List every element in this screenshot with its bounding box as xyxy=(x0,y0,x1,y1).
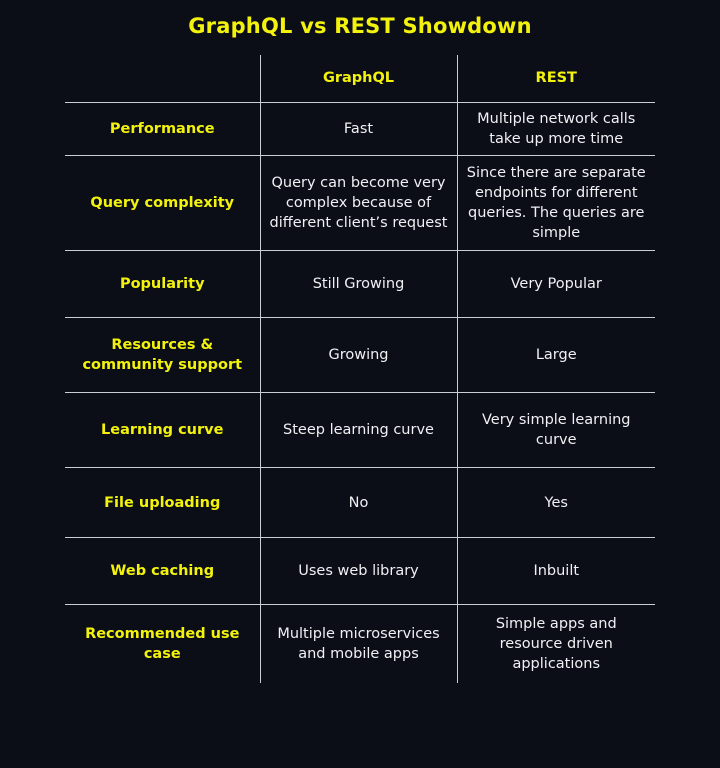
table-row: Query complexity Query can become very c… xyxy=(65,155,655,251)
cell-popularity-rest: Very Popular xyxy=(456,250,655,318)
cell-recommended-use-case-rest: Simple apps and resource driven applicat… xyxy=(456,604,655,683)
row-label-query-complexity: Query complexity xyxy=(65,155,260,251)
table-row: Popularity Still Growing Very Popular xyxy=(65,250,655,318)
table-header: GraphQL REST xyxy=(65,55,655,103)
cell-performance-rest: Multiple network calls take up more time xyxy=(456,102,655,156)
cell-learning-curve-rest: Very simple learning curve xyxy=(456,392,655,468)
slide-root: GraphQL vs REST Showdown GraphQL REST Pe… xyxy=(0,0,720,768)
cell-file-uploading-graphql: No xyxy=(259,467,457,538)
cell-query-complexity-rest: Since there are separate endpoints for d… xyxy=(456,155,655,251)
table-row: Web caching Uses web library Inbuilt xyxy=(65,537,655,605)
page-title: GraphQL vs REST Showdown xyxy=(188,14,532,38)
table-body: Performance Fast Multiple network calls … xyxy=(65,102,655,683)
cell-query-complexity-graphql: Query can become very complex because of… xyxy=(259,155,457,251)
comparison-table-container: GraphQL REST Performance Fast Multiple n… xyxy=(65,55,655,683)
cell-file-uploading-rest: Yes xyxy=(456,467,655,538)
cell-resources-rest: Large xyxy=(456,317,655,393)
cell-web-caching-graphql: Uses web library xyxy=(259,537,457,605)
row-label-resources-community-support: Resources & community support xyxy=(65,317,260,393)
cell-learning-curve-graphql: Steep learning curve xyxy=(259,392,457,468)
row-label-learning-curve: Learning curve xyxy=(65,392,260,468)
table-row: Recommended use case Multiple microservi… xyxy=(65,604,655,683)
row-label-popularity: Popularity xyxy=(65,250,260,318)
table-row: File uploading No Yes xyxy=(65,467,655,538)
cell-popularity-graphql: Still Growing xyxy=(259,250,457,318)
row-label-web-caching: Web caching xyxy=(65,537,260,605)
table-row: Learning curve Steep learning curve Very… xyxy=(65,392,655,468)
column-header-graphql: GraphQL xyxy=(259,55,457,103)
comparison-table: GraphQL REST Performance Fast Multiple n… xyxy=(65,55,655,683)
row-label-file-uploading: File uploading xyxy=(65,467,260,538)
cell-performance-graphql: Fast xyxy=(259,102,457,156)
table-row: Resources & community support Growing La… xyxy=(65,317,655,393)
column-header-feature xyxy=(65,55,260,103)
table-row: Performance Fast Multiple network calls … xyxy=(65,102,655,156)
row-label-performance: Performance xyxy=(109,121,215,137)
table-header-row: GraphQL REST xyxy=(65,55,655,103)
cell-recommended-use-case-graphql: Multiple microservices and mobile apps xyxy=(259,604,457,683)
cell-web-caching-rest: Inbuilt xyxy=(456,537,655,605)
cell-resources-graphql: Growing xyxy=(259,317,457,393)
column-header-rest: REST xyxy=(456,55,655,103)
row-label-recommended-use-case: Recommended use case xyxy=(65,604,260,683)
